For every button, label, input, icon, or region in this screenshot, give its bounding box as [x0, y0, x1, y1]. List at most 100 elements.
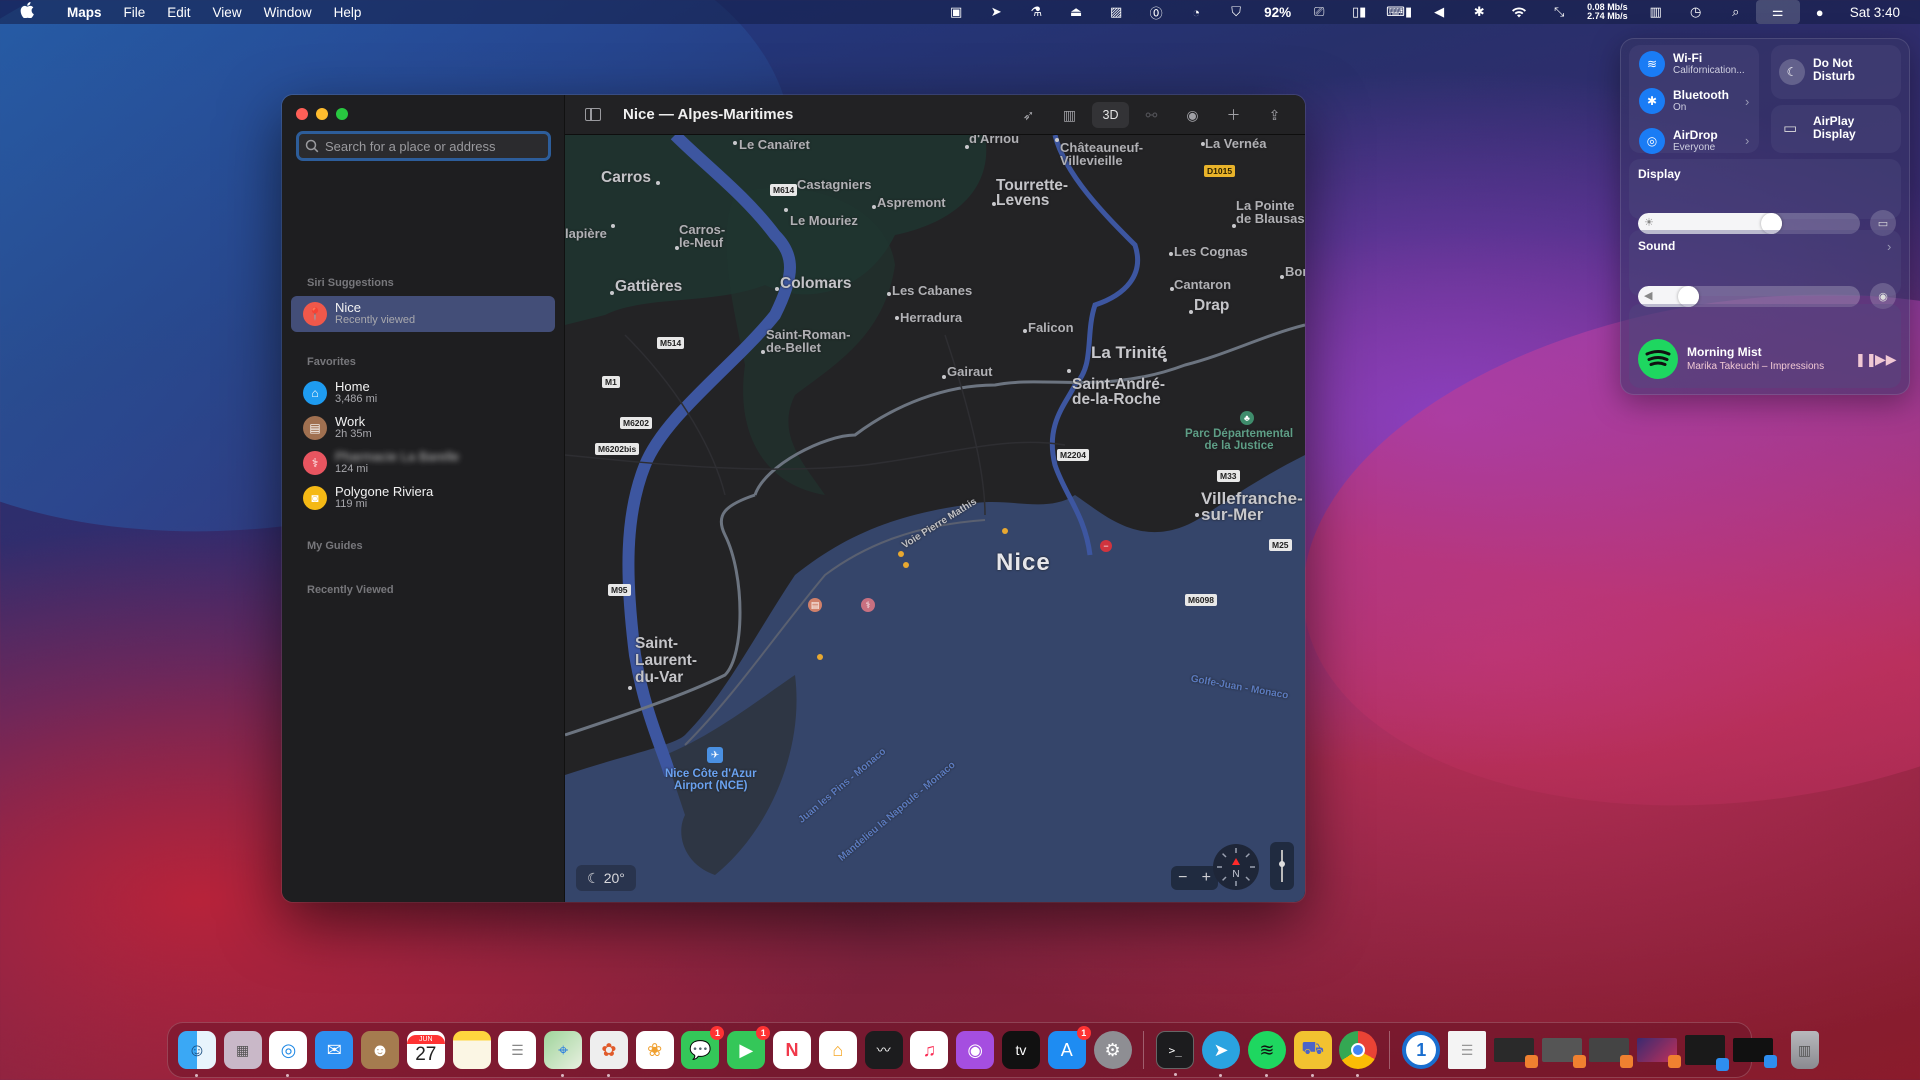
dock-document[interactable]: ☰ [1447, 1031, 1486, 1069]
menu-view[interactable]: View [202, 0, 253, 24]
dock-finder[interactable]: ☺ [177, 1031, 216, 1077]
dock-terminal[interactable]: >_ [1156, 1031, 1195, 1076]
menu-edit[interactable]: Edit [156, 0, 201, 24]
label-le-canairet[interactable]: Le Canaïret [739, 138, 810, 151]
dock-tv[interactable]: tv [1001, 1031, 1040, 1069]
dock-minimized-window[interactable] [1541, 1038, 1586, 1068]
park-icon[interactable]: ♣ [1240, 411, 1254, 425]
siri-icon[interactable]: ● [1800, 0, 1840, 24]
label-drap[interactable]: Drap [1194, 298, 1229, 314]
poi-dot[interactable] [898, 551, 904, 557]
dock-home[interactable]: ⌂ [818, 1031, 857, 1069]
dock-music[interactable]: ♫ [910, 1031, 949, 1069]
airdrop-toggle[interactable]: ◎ AirDrop Everyone [1639, 128, 1718, 154]
location-icon[interactable]: ➶ [1010, 102, 1047, 128]
label-saint-laurent[interactable]: Saint- Laurent- du-Var [635, 635, 697, 686]
network-speed[interactable]: 0.08 Mb/s 2.74 Mb/s [1579, 3, 1636, 21]
location-arrow-icon[interactable]: ➤ [976, 0, 1016, 24]
section-my-guides[interactable]: My Guides [307, 540, 363, 552]
favorite-work[interactable]: ▤ Work 2h 35m [291, 410, 555, 446]
section-recently-viewed[interactable]: Recently Viewed [307, 584, 394, 596]
chevron-right-icon[interactable]: › [1745, 133, 1749, 148]
label-carros[interactable]: Carros [601, 170, 651, 186]
pitch-slider[interactable] [1270, 842, 1294, 890]
sidebar-toggle-icon[interactable] [585, 108, 601, 121]
dock-news[interactable]: N [773, 1031, 812, 1069]
dock-app-store[interactable]: A1 [1047, 1026, 1091, 1069]
1password-icon[interactable]: ⓪ [1136, 0, 1176, 24]
dock-photos[interactable]: ❀ [635, 1031, 674, 1069]
dock-podcasts[interactable]: ◉ [956, 1031, 995, 1069]
zoom-out-button[interactable]: − [1178, 869, 1187, 887]
label-chateauneuf[interactable]: Châteauneuf- Villevieille [1060, 141, 1143, 167]
menu-app-maps[interactable]: Maps [56, 0, 113, 24]
spotlight-icon[interactable]: ⌕ [1716, 0, 1756, 24]
label-castagniers[interactable]: Castagniers [797, 178, 871, 191]
dock-trash[interactable]: ▥ [1790, 1031, 1819, 1069]
label-airport[interactable]: Nice Côte d'Azur Airport (NCE) [665, 768, 757, 792]
menu-file[interactable]: File [113, 0, 157, 24]
label-falicon[interactable]: Falicon [1028, 321, 1074, 334]
mouse-battery-icon[interactable]: ▯▮ [1339, 0, 1379, 24]
dock-notes[interactable] [452, 1031, 491, 1069]
dock-minimized-window[interactable] [1684, 1035, 1729, 1071]
label-gairaut[interactable]: Gairaut [947, 365, 993, 378]
label-les-cognas[interactable]: Les Cognas [1174, 245, 1248, 258]
spotify-icon[interactable] [1638, 339, 1678, 379]
compass-button[interactable]: N [1213, 844, 1259, 890]
dock-launchpad[interactable]: ▦ [223, 1031, 262, 1069]
memory-icon[interactable]: ▥ [1636, 0, 1676, 24]
map-mode-icon[interactable]: ▥ [1051, 102, 1088, 128]
tracking-icon[interactable]: ◉ [1174, 102, 1211, 128]
chevron-right-icon[interactable]: › [1887, 239, 1891, 254]
airplay-tray-icon[interactable]: ⏏ [1056, 0, 1096, 24]
poi-dot[interactable] [817, 654, 823, 660]
airplay-display-tile[interactable]: ▭ AirPlay Display [1771, 105, 1901, 153]
dock-mail[interactable]: ✉ [315, 1031, 354, 1069]
time-machine-icon[interactable]: ◷ [1676, 0, 1716, 24]
label-les-cabanes[interactable]: Les Cabanes [892, 284, 972, 297]
dock-contacts[interactable]: ☻ [361, 1031, 400, 1069]
zoom-in-button[interactable]: + [1202, 869, 1211, 887]
dock-chrome[interactable] [1339, 1031, 1378, 1077]
dock-minimized-window[interactable] [1732, 1038, 1777, 1068]
label-le-mouriez[interactable]: Le Mouriez [790, 214, 858, 227]
work-pin-icon[interactable]: ▤ [808, 598, 822, 612]
label-villefranche[interactable]: Villefranche- sur-Mer [1201, 490, 1303, 523]
dock-messages[interactable]: 💬 1 [681, 1026, 725, 1069]
label-bon[interactable]: Bor [1285, 265, 1305, 278]
clock[interactable]: Sat 3:40 [1840, 5, 1906, 20]
wifi-icon[interactable] [1499, 0, 1539, 24]
dock-transmit[interactable]: ⛟ [1293, 1031, 1332, 1077]
map-canvas[interactable]: Le Canaïret d'Arriou Châteauneuf- Villev… [565, 135, 1305, 902]
dock-facetime[interactable]: ▶ 1 [727, 1026, 771, 1069]
close-button[interactable] [296, 108, 308, 120]
flask-icon[interactable]: ⚗ [1016, 0, 1056, 24]
favorite-polygone-riviera[interactable]: ◙ Polygone Riviera 119 mi [291, 480, 555, 516]
dock-stocks[interactable]: 〰 [864, 1031, 903, 1069]
label-gattieres[interactable]: Gattières [615, 279, 682, 295]
dock-spotify[interactable]: ≋ [1247, 1031, 1286, 1077]
label-la-pointe[interactable]: La Pointe de Blausasc [1236, 199, 1305, 225]
siri-item-nice[interactable]: 📍 Nice Recently viewed [291, 296, 555, 332]
display-sleep-icon[interactable]: ▨ [1096, 0, 1136, 24]
control-center-icon[interactable]: ⚌ [1755, 0, 1800, 24]
volume-icon[interactable]: ◀ [1419, 0, 1459, 24]
battery-percent[interactable]: 92% [1256, 5, 1299, 20]
dock-system-preferences[interactable]: ⚙ [1093, 1031, 1132, 1069]
airport-icon[interactable]: ✈ [707, 747, 723, 763]
dock-minimized-window[interactable] [1493, 1038, 1538, 1068]
zoom-button[interactable] [336, 108, 348, 120]
label-parc-justice[interactable]: Parc Départemental de la Justice [1185, 428, 1293, 452]
add-icon[interactable]: ＋ [1215, 102, 1252, 128]
look-around-icon[interactable]: ⚯ [1133, 102, 1170, 128]
label-la-trinite[interactable]: La Trinité [1091, 344, 1167, 361]
airplay-icon[interactable]: ⎚ [1299, 0, 1339, 24]
favorite-home[interactable]: ⌂ Home 3,486 mi [291, 375, 555, 411]
do-not-disturb-tile[interactable]: ☾ Do Not Disturb [1771, 45, 1901, 99]
dock-minimized-window[interactable] [1589, 1038, 1634, 1068]
search-field[interactable] [296, 131, 551, 161]
apple-menu-icon[interactable] [20, 2, 40, 22]
label-colomars[interactable]: Colomars [780, 276, 852, 292]
share-icon[interactable]: ⇪ [1256, 102, 1293, 128]
